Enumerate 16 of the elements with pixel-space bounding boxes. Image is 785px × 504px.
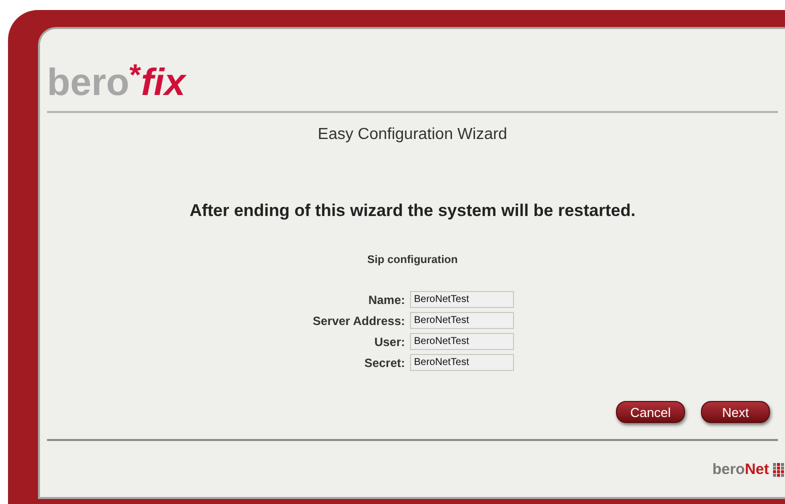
- field-label: User:: [373, 334, 405, 348]
- field-label: Name:: [367, 292, 405, 306]
- dot-grid-icon: [773, 462, 785, 476]
- logo: bero$^{*}$fix: [47, 58, 186, 105]
- input-field[interactable]: BeroNetTest: [410, 312, 514, 329]
- wizard-button[interactable]: Cancel: [616, 401, 685, 423]
- section-title: Sip configuration: [366, 253, 459, 267]
- input-field[interactable]: BeroNetTest: [410, 354, 514, 371]
- notice-text: After ending of this wizard the system will be restarted.: [188, 201, 636, 221]
- input-field[interactable]: BeroNetTest: [410, 291, 514, 308]
- field-label: Server Address:: [312, 314, 405, 328]
- input-field[interactable]: BeroNetTest: [410, 333, 514, 350]
- wizard-button[interactable]: Next: [701, 401, 770, 423]
- wizard-title: Easy Configuration Wizard: [316, 126, 508, 144]
- footer-logo: beroNet: [712, 461, 769, 478]
- field-label: Secret:: [363, 356, 405, 370]
